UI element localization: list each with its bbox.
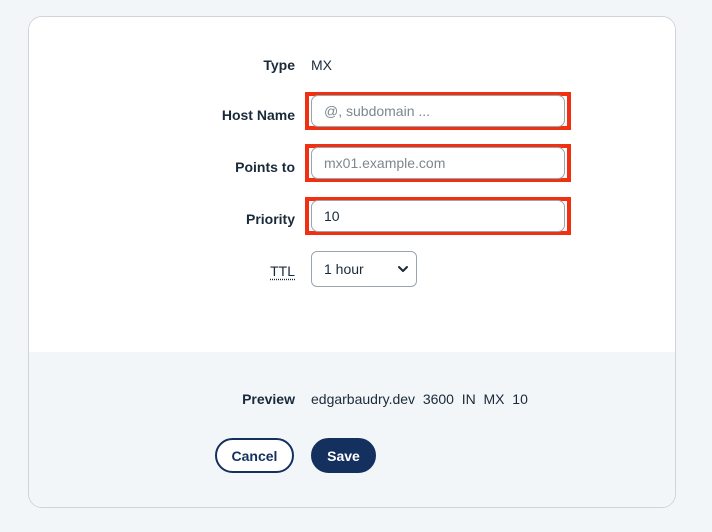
record-footer [29,352,675,507]
ttl-select[interactable]: 1 hour [311,251,417,287]
host-name-input[interactable] [311,95,565,127]
priority-label: Priority [245,211,295,227]
ttl-selected-value: 1 hour [324,261,364,277]
ttl-label-wrap: TTL [29,263,295,279]
points-to-input[interactable] [311,147,565,179]
chevron-down-icon [398,266,408,272]
type-label: Type [263,57,295,73]
preview-label: Preview [242,391,295,407]
cancel-button[interactable]: Cancel [215,438,294,473]
save-button[interactable]: Save [311,438,376,473]
host-name-label: Host Name [221,107,295,123]
ttl-label[interactable]: TTL [270,263,295,279]
record-form: Type MX Host Name Points to Priority TTL… [29,17,675,352]
preview-value: edgarbaudry.dev 3600 IN MX 10 [311,391,528,407]
type-value: MX [311,57,332,73]
points-to-label: Points to [235,159,295,175]
priority-input[interactable] [311,200,565,232]
dns-record-card: Type MX Host Name Points to Priority TTL… [28,16,676,508]
